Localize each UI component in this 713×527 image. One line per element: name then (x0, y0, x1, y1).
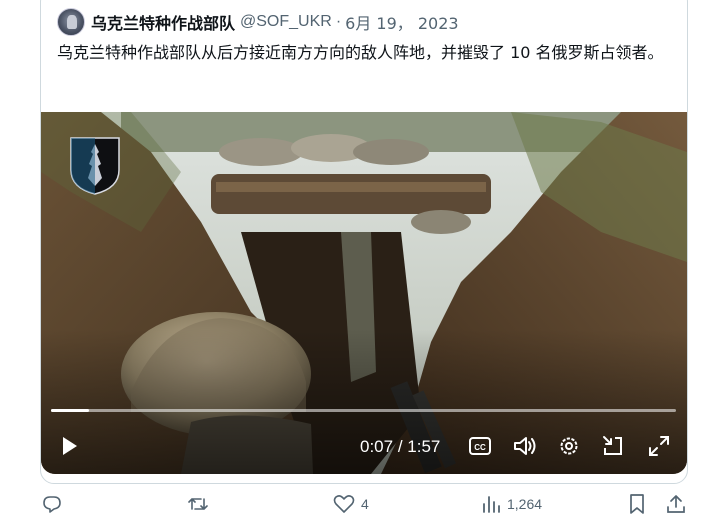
picture-in-picture-button[interactable] (599, 432, 627, 460)
like-count: 4 (361, 496, 369, 512)
view-count: 1,264 (507, 496, 543, 512)
separator-dot: · (335, 13, 342, 30)
fullscreen-button[interactable] (645, 432, 673, 460)
retweet-button[interactable] (187, 488, 215, 520)
share-icon (667, 495, 685, 513)
tweet-date[interactable]: 6月 19， 2023 (345, 10, 458, 34)
author-handle[interactable]: @SOF_UKR (240, 13, 332, 31)
duration: 1:57 (407, 437, 441, 456)
picture-in-picture-icon (603, 436, 622, 455)
bookmark-icon (630, 494, 644, 514)
captions-icon: CC (469, 437, 491, 455)
share-button[interactable] (665, 488, 687, 520)
reply-icon (43, 496, 61, 513)
captions-button[interactable]: CC (466, 432, 494, 460)
reply-button[interactable] (42, 488, 68, 520)
tweet-text: 乌克兰特种作战部队从后方接近南方方向的敌人阵地，并摧毁了 10 名俄罗斯占领者。 (57, 43, 664, 62)
current-time: 0:07 (360, 437, 394, 456)
video-timestamp: 0:07 / 1:57 (360, 437, 440, 457)
settings-icon (560, 437, 578, 455)
heart-icon (333, 495, 355, 513)
volume-icon (514, 437, 536, 455)
cc-label: CC (474, 443, 486, 452)
views-button[interactable]: 1,264 (481, 488, 542, 520)
author-name[interactable]: 乌克兰特种作战部队 (91, 10, 235, 34)
play-button[interactable] (55, 432, 83, 460)
analytics-icon (483, 496, 500, 513)
video-progress-bar[interactable] (51, 409, 676, 412)
fullscreen-icon (649, 436, 669, 456)
video-frame (41, 112, 687, 474)
play-icon (63, 437, 77, 455)
time-separator: / (393, 437, 408, 456)
video-player[interactable]: 0:07 / 1:57 CC (41, 112, 687, 474)
tweet-header: 乌克兰特种作战部队 @SOF_UKR · 6月 19， 2023 (57, 6, 459, 38)
bookmark-button[interactable] (627, 488, 647, 520)
video-progress-fill (51, 409, 89, 412)
like-button[interactable]: 4 (333, 488, 369, 520)
tweet-actions: 4 1,264 (0, 488, 713, 520)
volume-button[interactable] (511, 432, 539, 460)
settings-button[interactable] (555, 432, 583, 460)
retweet-icon (188, 498, 208, 510)
unit-emblem-icon (70, 137, 120, 195)
avatar[interactable] (57, 8, 85, 36)
